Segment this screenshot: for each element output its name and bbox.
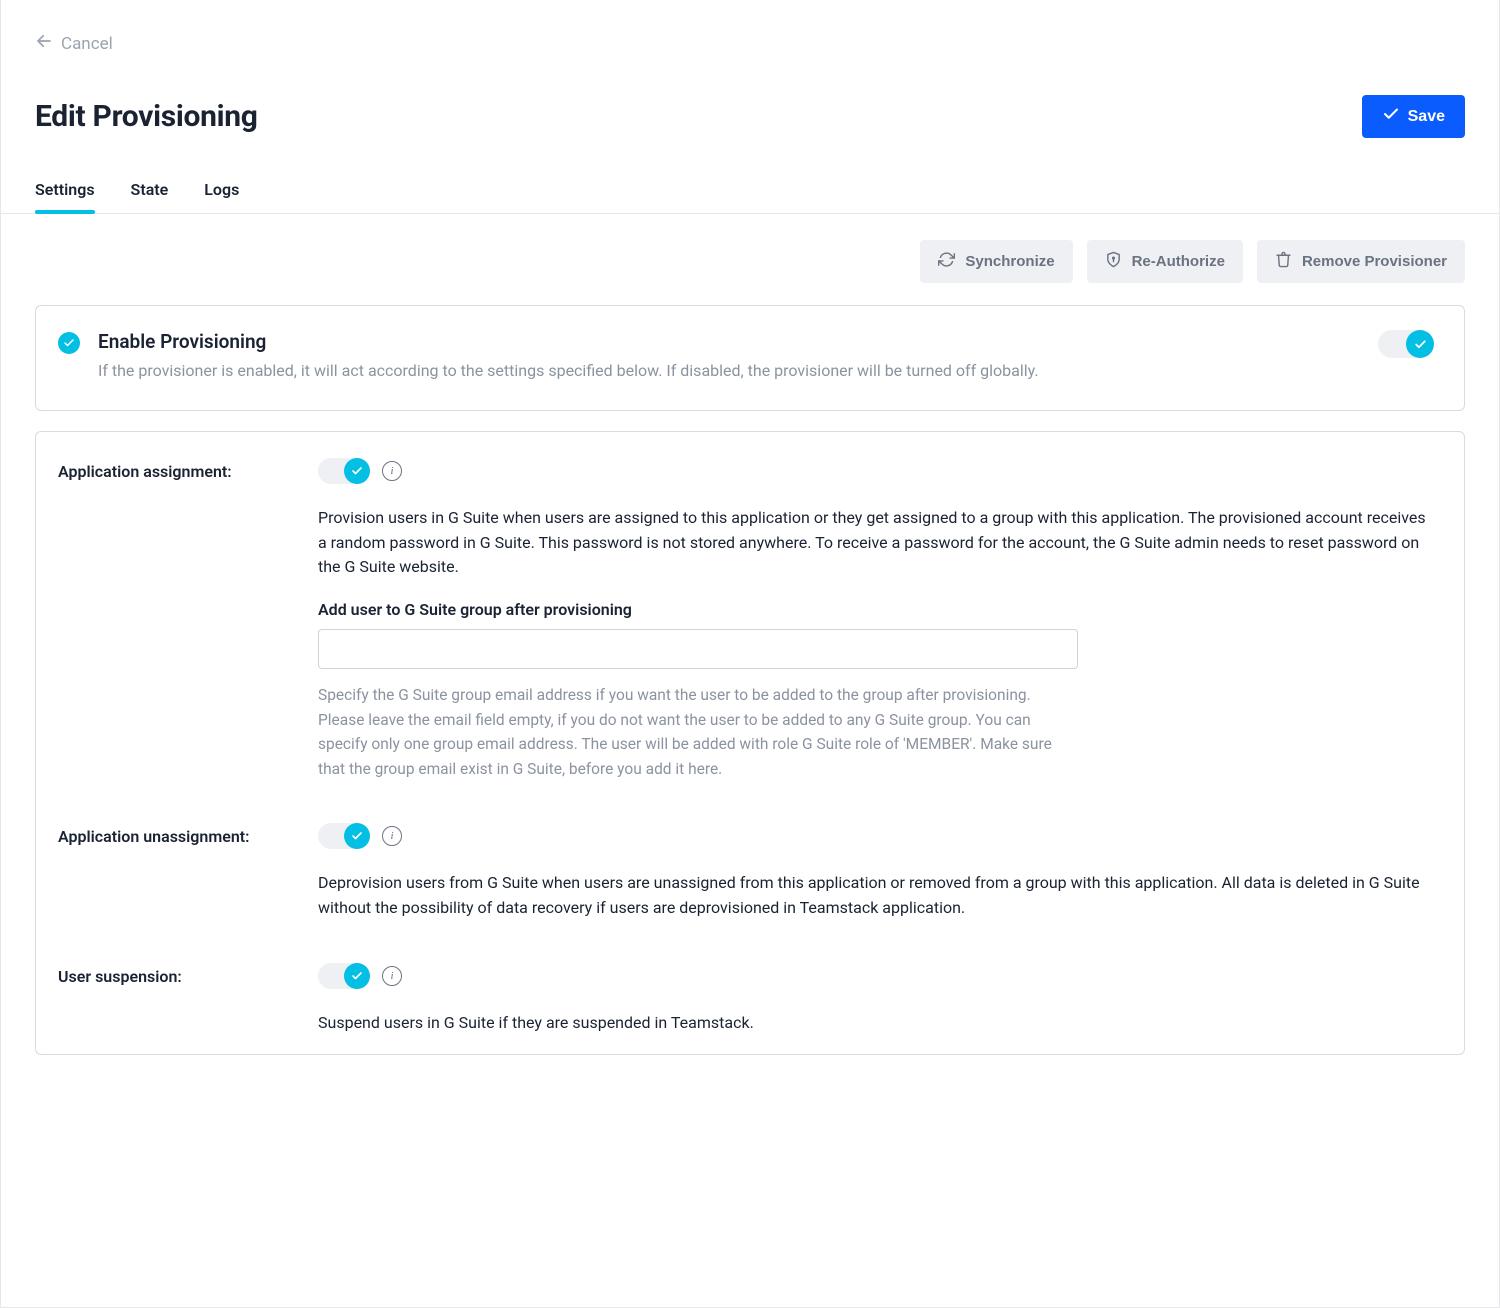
synchronize-button[interactable]: Synchronize [920, 240, 1072, 283]
enable-text: Enable Provisioning If the provisioner i… [98, 330, 1360, 384]
title-row: Edit Provisioning Save [1, 55, 1499, 138]
info-icon[interactable]: i [382, 826, 402, 846]
reauthorize-button[interactable]: Re-Authorize [1087, 240, 1243, 283]
group-subheading: Add user to G Suite group after provisio… [318, 600, 1434, 619]
group-hint: Specify the G Suite group email address … [318, 683, 1078, 781]
application-assignment-toggle[interactable] [318, 458, 370, 484]
synchronize-label: Synchronize [965, 253, 1054, 270]
cancel-label: Cancel [61, 34, 113, 54]
application-unassignment-desc: Deprovision users from G Suite when user… [318, 871, 1434, 921]
application-assignment-body: i Provision users in G Suite when users … [318, 458, 1434, 781]
trash-icon [1275, 251, 1292, 272]
enabled-check-icon [58, 332, 80, 354]
toggle-line: i [318, 458, 1434, 484]
toggle-knob [344, 963, 370, 989]
user-suspension-toggle[interactable] [318, 963, 370, 989]
arrow-left-icon [35, 32, 53, 55]
reauthorize-label: Re-Authorize [1132, 253, 1225, 270]
enable-desc: If the provisioner is enabled, it will a… [98, 359, 1360, 384]
enable-title: Enable Provisioning [98, 330, 1360, 353]
group-email-input[interactable] [318, 629, 1078, 669]
tab-bar: Settings State Logs [1, 138, 1499, 214]
toggle-line: i [318, 823, 1434, 849]
toggle-knob [344, 458, 370, 484]
application-assignment-label: Application assignment: [58, 458, 294, 481]
info-icon[interactable]: i [382, 966, 402, 986]
toggle-knob [344, 823, 370, 849]
enable-row: Enable Provisioning If the provisioner i… [36, 306, 1464, 410]
shield-icon [1105, 251, 1122, 272]
tab-state[interactable]: State [131, 180, 169, 213]
page-container: Cancel Edit Provisioning Save Settings S… [0, 0, 1500, 1308]
check-icon [1382, 105, 1400, 128]
user-suspension-row: User suspension: i Suspend users in G Su… [58, 963, 1434, 1036]
remove-label: Remove Provisioner [1302, 253, 1447, 270]
application-unassignment-body: i Deprovision users from G Suite when us… [318, 823, 1434, 921]
application-unassignment-label: Application unassignment: [58, 823, 294, 846]
toggle-line: i [318, 963, 1434, 989]
application-unassignment-row: Application unassignment: i Deprovision … [58, 823, 1434, 921]
refresh-icon [938, 251, 955, 272]
application-assignment-desc: Provision users in G Suite when users ar… [318, 506, 1434, 580]
tab-settings[interactable]: Settings [35, 180, 95, 213]
settings-card: Application assignment: i Provision user… [35, 431, 1465, 1055]
user-suspension-body: i Suspend users in G Suite if they are s… [318, 963, 1434, 1036]
user-suspension-desc: Suspend users in G Suite if they are sus… [318, 1011, 1434, 1036]
save-button[interactable]: Save [1362, 95, 1465, 138]
page-title: Edit Provisioning [35, 99, 258, 134]
enable-provisioning-toggle[interactable] [1378, 330, 1434, 358]
info-icon[interactable]: i [382, 461, 402, 481]
enable-card: Enable Provisioning If the provisioner i… [35, 305, 1465, 411]
save-label: Save [1408, 108, 1445, 126]
actions-row: Synchronize Re-Authorize Remove Provisio… [1, 214, 1499, 283]
topbar: Cancel [1, 0, 1499, 55]
application-unassignment-toggle[interactable] [318, 823, 370, 849]
user-suspension-label: User suspension: [58, 963, 294, 986]
cancel-link[interactable]: Cancel [35, 32, 113, 55]
application-assignment-row: Application assignment: i Provision user… [58, 458, 1434, 781]
tab-logs[interactable]: Logs [204, 180, 239, 213]
toggle-knob [1406, 330, 1434, 358]
remove-provisioner-button[interactable]: Remove Provisioner [1257, 240, 1465, 283]
